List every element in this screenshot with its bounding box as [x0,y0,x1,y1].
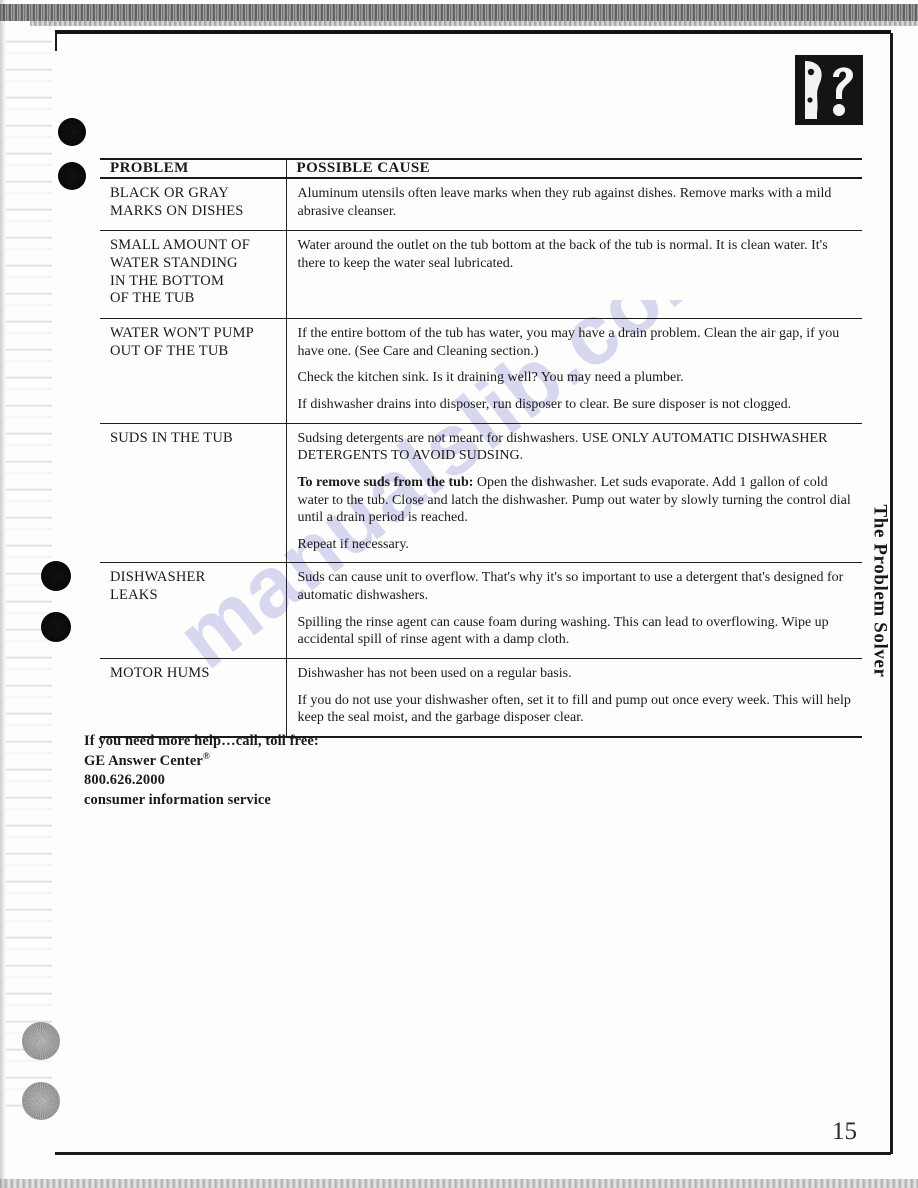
binding-hole-artifact [41,612,71,642]
ge-answer-center-block: If you need more help…call, toll free: G… [84,732,319,810]
table-row: WATER WON'T PUMP OUT OF THE TUB If the en… [100,318,862,424]
cause-paragraph: Aluminum utensils often leave marks when… [297,186,832,219]
cause-paragraph: Suds can cause unit to overflow. That's … [297,570,844,603]
cause-paragraph: If you do not use your dishwasher often,… [297,692,851,726]
cause-paragraph-lead: To remove suds from the tub: [297,474,474,490]
scan-bottom-noise-band [0,1179,918,1188]
scan-top-noise-band-secondary [30,21,918,26]
column-header-possible-cause: POSSIBLE CAUSE [286,158,862,179]
possible-cause-cell: Aluminum utensils often leave marks when… [286,178,862,232]
section-side-tab-label: The Problem Solver [869,504,890,678]
troubleshooting-table: PROBLEM POSSIBLE CAUSE BLACK OR GRAY MAR… [100,158,862,738]
page-number: 15 [832,1118,857,1145]
problem-cell: DISHWASHER LEAKS [100,562,287,659]
cause-paragraph: Repeat if necessary. [297,536,409,552]
page-border-top [55,30,891,34]
table-row: SUDS IN THE TUB Sudsing detergents are no… [100,423,862,564]
page-border-left-stub [55,33,57,51]
cause-paragraph: Dishwasher has not been used on a regula… [297,665,572,681]
binding-hole-artifact [41,561,71,591]
help-line-phone: 800.626.2000 [84,772,165,789]
possible-cause-cell: If the entire bottom of the tub has wate… [286,318,862,424]
cause-paragraph: To remove suds from the tub: Open the di… [297,474,851,526]
section-side-tab: The Problem Solver [862,470,896,720]
page-border-bottom [55,1152,891,1155]
binding-hole-artifact [58,118,86,146]
binding-hole-artifact [22,1022,60,1060]
problem-cell: SMALL AMOUNT OF WATER STANDING IN THE BO… [100,230,287,320]
cause-paragraph: If the entire bottom of the tub has wate… [297,326,840,359]
table-body: BLACK OR GRAY MARKS ON DISHES Aluminum ut… [100,178,862,738]
help-line-answer-center: GE Answer Center® [84,751,319,771]
column-header-problem: PROBLEM [100,158,287,179]
scanned-page: manualslib.com PROBLEM POSSIBLE CAUSE BL… [0,0,918,1188]
scan-top-noise-band [0,4,918,21]
table-row: MOTOR HUMS Dishwasher has not been used o… [100,658,862,738]
table-row: BLACK OR GRAY MARKS ON DISHES Aluminum ut… [100,178,862,232]
binding-hole-artifact [58,162,86,190]
problem-cell: MOTOR HUMS [100,658,287,738]
binding-hole-artifact [22,1082,60,1120]
cause-paragraph: Water around the outlet on the tub botto… [297,238,828,271]
problem-cell: WATER WON'T PUMP OUT OF THE TUB [100,318,287,424]
question-mark-face-icon [795,55,863,125]
answer-center-label: GE Answer Center [84,753,203,770]
registered-trademark-icon: ® [202,751,210,762]
cause-paragraph: Spilling the rinse agent can cause foam … [297,614,829,648]
possible-cause-cell: Water around the outlet on the tub botto… [286,230,862,320]
problem-cell: SUDS IN THE TUB [100,423,287,564]
table-row: DISHWASHER LEAKS Suds can cause unit to o… [100,562,862,659]
possible-cause-cell: Sudsing detergents are not meant for dis… [286,423,862,564]
cause-paragraph: Sudsing detergents are not meant for dis… [297,430,828,464]
possible-cause-cell: Suds can cause unit to overflow. That's … [286,562,862,659]
table-row: SMALL AMOUNT OF WATER STANDING IN THE BO… [100,230,862,320]
cause-paragraph: Check the kitchen sink. Is it draining w… [297,370,684,386]
table-header-row: PROBLEM POSSIBLE CAUSE [100,158,862,179]
possible-cause-cell: Dishwasher has not been used on a regula… [286,658,862,738]
help-line-service: consumer information service [84,791,271,808]
cause-paragraph: If dishwasher drains into disposer, run … [297,397,792,412]
problem-cell: BLACK OR GRAY MARKS ON DISHES [100,178,287,232]
help-line-call: If you need more help…call, toll free: [84,733,319,749]
